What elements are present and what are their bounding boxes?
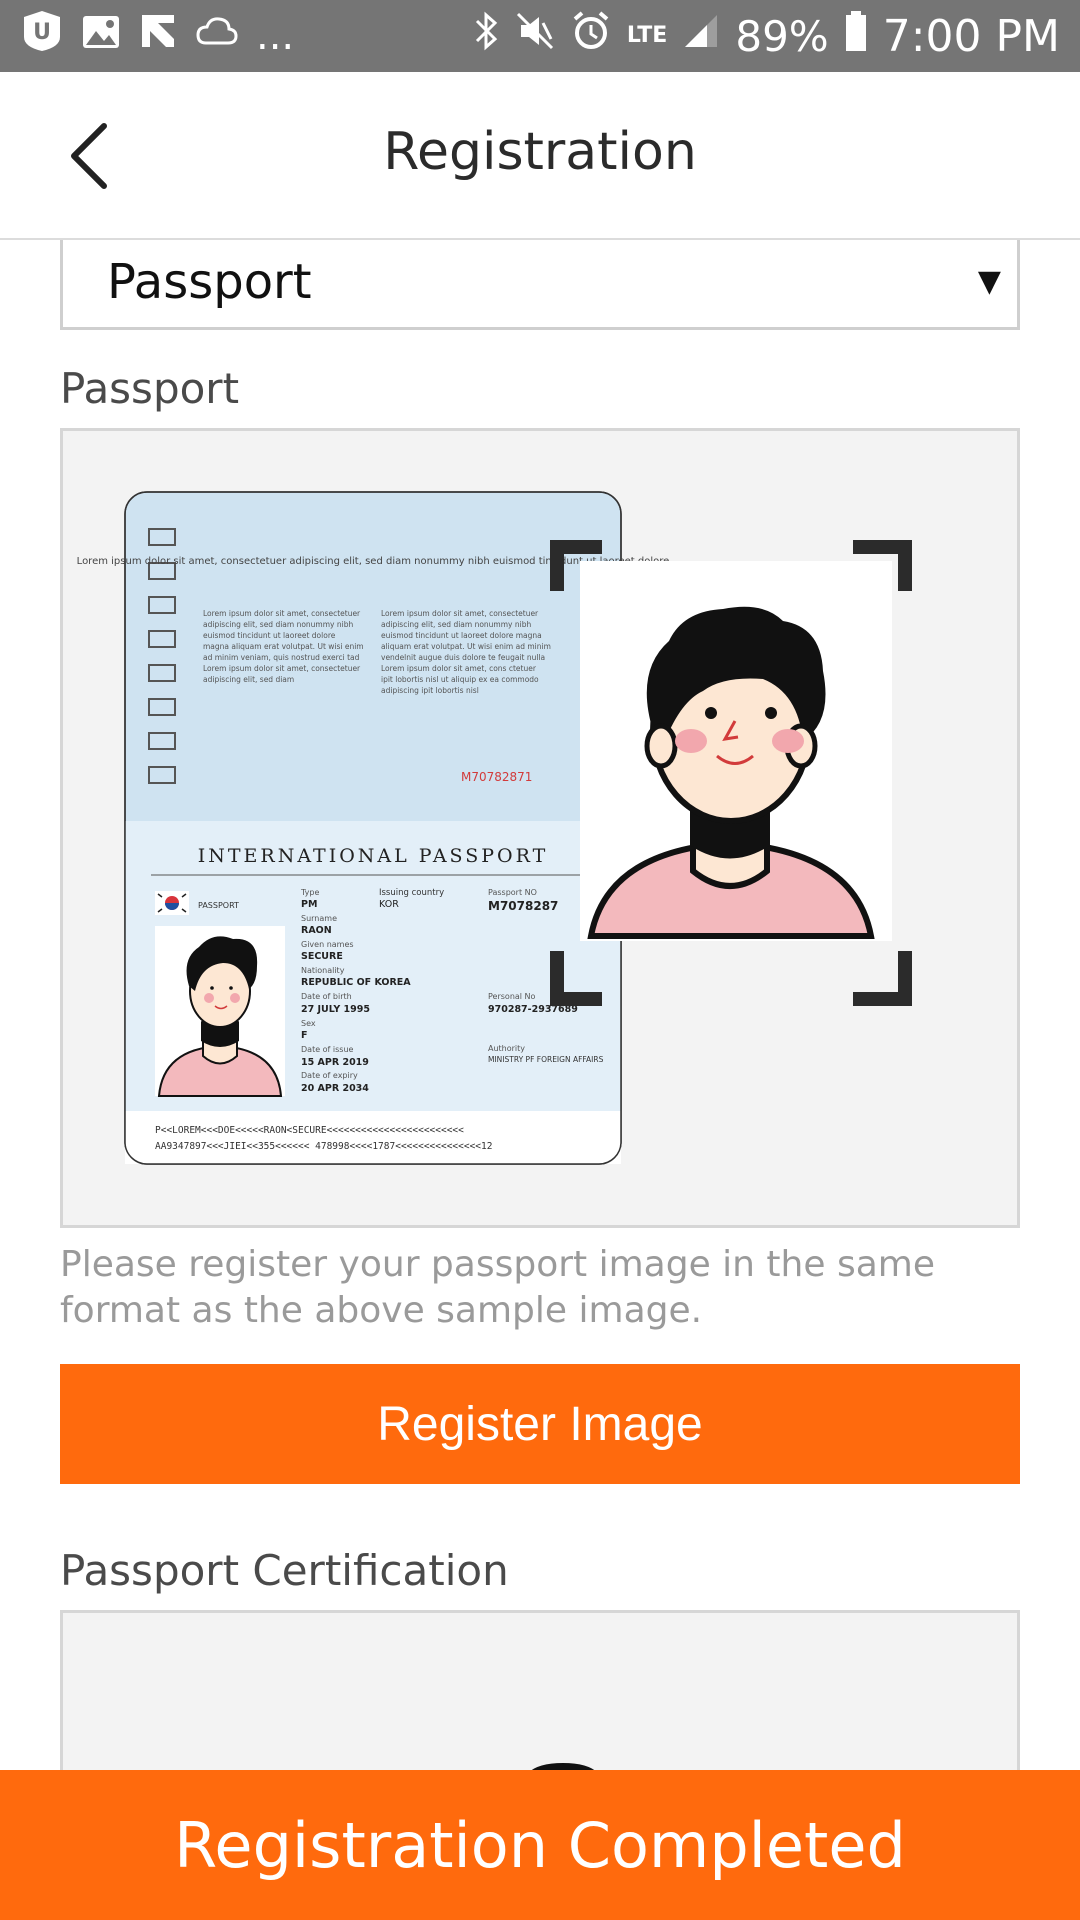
vibrate-icon — [515, 11, 555, 61]
authority-label: Authority — [488, 1044, 525, 1053]
svg-text:U: U — [33, 20, 51, 45]
nationality-label: Nationality — [301, 966, 345, 975]
lorem-line: adipiscing elit, sed diam — [203, 675, 294, 684]
lorem-line: aliquam erat volutpat. Ut wisi enim ad m… — [381, 642, 551, 651]
sex-label: Sex — [301, 1019, 316, 1028]
status-bar: U ... LTE 89% 7:00 PM — [0, 0, 1080, 72]
lorem-line: magna aliquam erat volutpat. Ut wisi eni… — [203, 642, 364, 651]
page-title: Registration — [383, 122, 697, 182]
lorem-line: vendelnit augue duis dolore te feugait n… — [381, 653, 545, 662]
passport-section-label: Passport — [60, 364, 240, 413]
signal-icon — [683, 13, 719, 59]
given-label: Given names — [301, 940, 354, 949]
lorem-line: euismod tincidunt ut laoreet dolore magn… — [381, 631, 542, 640]
lorem-line: adipiscing elit, sed diam nonummy nibh — [203, 620, 353, 629]
given-value: SECURE — [301, 951, 343, 962]
missed-call-icon — [138, 11, 178, 61]
mrz-line-1: P<<LOREM<<<DOE<<<<<RAON<SECURE<<<<<<<<<<… — [155, 1125, 464, 1136]
document-type-select[interactable]: Passport ▼ — [60, 240, 1020, 330]
lorem-line: ad minim veniam, quis nostrud exerci tad — [203, 653, 360, 662]
app-bar: Registration — [0, 72, 1080, 240]
battery-percent: 89% — [735, 11, 829, 61]
bluetooth-icon — [475, 11, 499, 61]
lorem-line: Lorem ipsum dolor sit amet, consectetuer — [203, 609, 361, 618]
status-left-icons: U ... — [20, 11, 294, 61]
lorem-line: adipiscing elit, sed diam nonummy nibh — [381, 620, 531, 629]
expiry-label: Date of expiry — [301, 1071, 358, 1080]
korea-flag-icon — [155, 891, 189, 915]
nationality-value: REPUBLIC OF KOREA — [301, 977, 411, 988]
register-image-button[interactable]: Register Image — [60, 1364, 1020, 1484]
clock: 7:00 PM — [882, 10, 1060, 62]
lorem-line: Lorem ipsum dolor sit amet, cons ctetuer — [381, 664, 537, 673]
large-portrait — [580, 561, 892, 941]
surname-label: Surname — [301, 914, 337, 923]
dropdown-arrow-icon: ▼ — [977, 264, 1001, 299]
passport-serial-red: M70782871 — [461, 770, 532, 784]
battery-icon — [845, 11, 867, 61]
lorem-line: Lorem ipsum dolor sit amet, consectetuer — [203, 664, 361, 673]
app-icon: U — [20, 11, 64, 61]
lorem-line: ipit lobortis nisl ut aliquip ex ea comm… — [381, 675, 539, 684]
lte-indicator: LTE — [626, 23, 668, 48]
sex-value: F — [301, 1030, 308, 1041]
passport-no-value: M7078287 — [488, 899, 558, 913]
type-value: PM — [301, 899, 317, 910]
passport-sample-image: Lorem ipsum dolor sit amet, consectetuer… — [60, 428, 1020, 1228]
issue-label: Date of issue — [301, 1045, 354, 1054]
flag-label: PASSPORT — [198, 901, 239, 910]
registration-completed-button[interactable]: Registration Completed — [0, 1770, 1080, 1920]
mrz-line-2: AA9347897<<<JIEI<<355<<<<<< 478998<<<<17… — [155, 1141, 492, 1152]
small-portrait — [155, 926, 285, 1097]
cloud-icon — [196, 13, 238, 59]
passport-heading: INTERNATIONAL PASSPORT — [198, 845, 549, 867]
country-label: Issuing country — [379, 888, 444, 898]
type-label: Type — [300, 888, 319, 897]
status-right-icons: LTE 89% 7:00 PM — [475, 11, 1060, 62]
more-indicator: ... — [256, 13, 295, 59]
alarm-icon — [571, 11, 611, 61]
passport-no-label: Passport NO — [488, 888, 537, 897]
issue-value: 15 APR 2019 — [301, 1057, 369, 1068]
document-type-value: Passport — [107, 254, 312, 310]
dob-value: 27 JULY 1995 — [301, 1004, 370, 1015]
lorem-col1: Lorem ipsum dolor sit amet, consectetuer… — [203, 609, 364, 684]
passport-illustration: Lorem ipsum dolor sit amet, consectetuer… — [77, 491, 912, 1165]
lorem-line: euismod tincidunt ut laoreet dolore — [203, 631, 336, 640]
dob-label: Date of birth — [301, 992, 352, 1001]
passport-hint: Please register your passport image in t… — [60, 1244, 935, 1331]
personal-no-label: Personal No — [488, 992, 536, 1001]
image-icon — [82, 13, 120, 59]
certification-section-label: Passport Certification — [60, 1546, 509, 1595]
country-value: KOR — [379, 899, 399, 910]
lorem-line: adipiscing ipit lobortis nisl — [381, 686, 479, 695]
surname-value: RAON — [301, 925, 332, 936]
authority-value: MINISTRY PF FOREIGN AFFAIRS — [488, 1055, 604, 1064]
lorem-line: Lorem ipsum dolor sit amet, consectetuer — [381, 609, 539, 618]
expiry-value: 20 APR 2034 — [301, 1083, 369, 1094]
